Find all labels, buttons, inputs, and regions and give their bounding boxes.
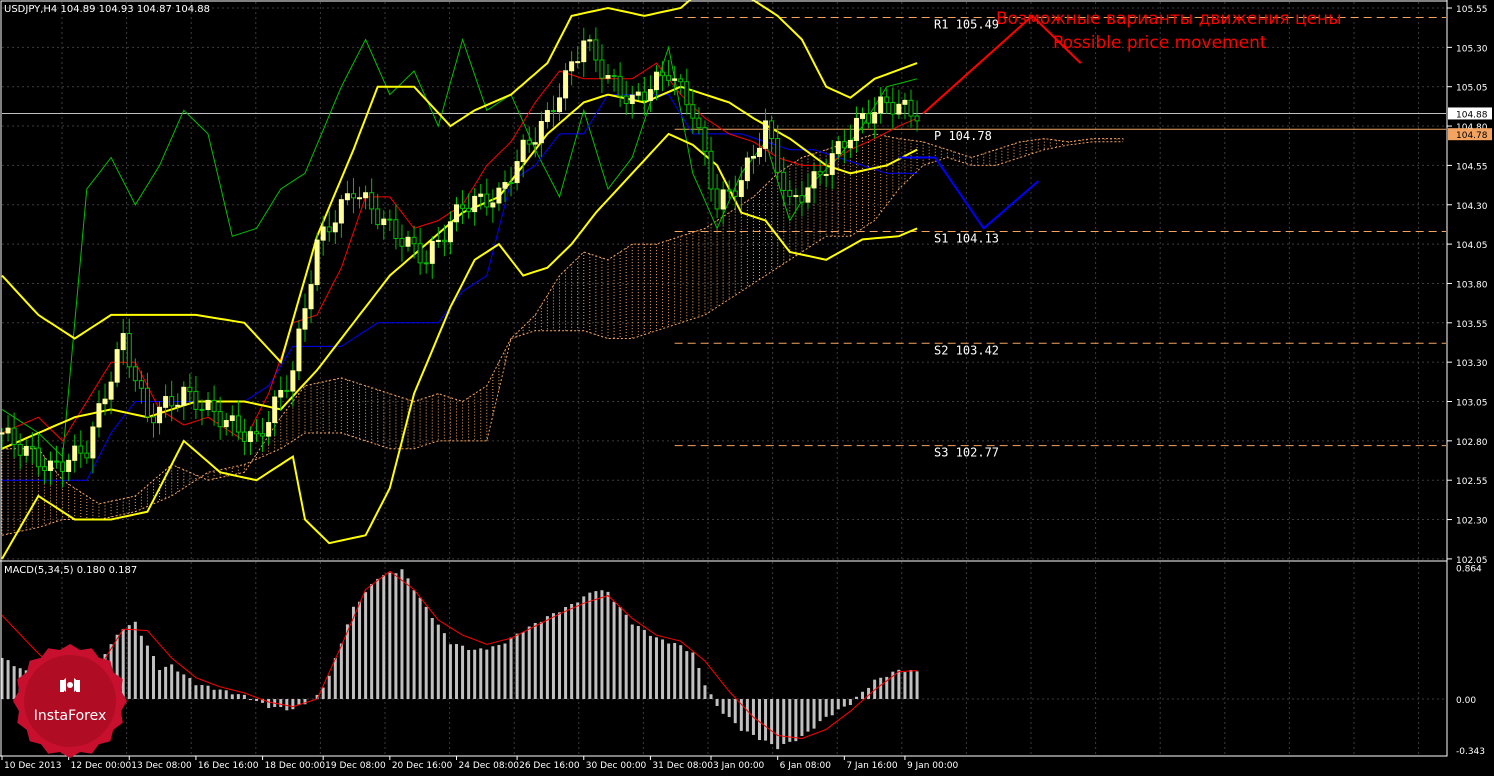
pivot-label-p: P 104.78 bbox=[934, 129, 992, 143]
time-tick-label: 13 Dec 08:00 bbox=[131, 761, 192, 771]
price-tick-label: 103.30 bbox=[1456, 359, 1488, 369]
macd-tick-label: 0.00 bbox=[1456, 696, 1476, 706]
macd-tick-label: 0.864 bbox=[1456, 565, 1482, 575]
time-tick-label: 9 Jan 00:00 bbox=[907, 761, 959, 771]
pivot-price-label: 104.78 bbox=[1456, 131, 1488, 141]
price-tick-label: 102.80 bbox=[1456, 438, 1488, 448]
time-tick-label: 10 Dec 2013 bbox=[4, 761, 62, 771]
time-tick-label: 19 Dec 08:00 bbox=[325, 761, 386, 771]
pivot-label-r1: R1 105.49 bbox=[934, 17, 999, 31]
macd-header: MACD(5,34,5) 0.180 0.187 bbox=[4, 565, 137, 576]
time-tick-label: 7 Jan 16:00 bbox=[846, 761, 898, 771]
time-tick-label: 24 Dec 08:00 bbox=[459, 761, 520, 771]
pivot-label-s2: S2 103.42 bbox=[934, 343, 999, 357]
time-tick-label: 26 Dec 16:00 bbox=[519, 761, 580, 771]
window-title: USDJPY,H4 104.89 104.93 104.87 104.88 bbox=[4, 4, 210, 15]
chart-canvas: R1 105.49 P 104.78 S1 104.13 S2 103.42 S3 10… bbox=[0, 0, 1494, 772]
price-tick-label: 105.05 bbox=[1456, 84, 1488, 94]
price-tick-label: 105.55 bbox=[1456, 5, 1488, 15]
annotation-russian: Возможные варианты движения цены bbox=[996, 9, 1342, 29]
current-price-label: 104.88 bbox=[1456, 110, 1488, 120]
candle bbox=[296, 320, 302, 381]
pivot-label-s1: S1 104.13 bbox=[934, 232, 999, 246]
time-tick-label: 6 Jan 08:00 bbox=[780, 761, 832, 771]
chart-window: R1 105.49 P 104.78 S1 104.13 S2 103.42 S3 10… bbox=[0, 0, 1494, 772]
price-tick-label: 105.30 bbox=[1456, 44, 1488, 54]
price-tick-label: 102.55 bbox=[1456, 477, 1488, 487]
annotation-english: Possible price movement bbox=[1053, 33, 1267, 53]
price-tick-label: 103.55 bbox=[1456, 320, 1488, 330]
time-tick-label: 20 Dec 16:00 bbox=[392, 761, 453, 771]
time-tick-label: 30 Dec 00:00 bbox=[586, 761, 647, 771]
instaforex-logo: InstaForex bbox=[13, 644, 127, 758]
time-tick-label: 31 Dec 08:00 bbox=[652, 761, 713, 771]
macd-tick-label: -0.343 bbox=[1456, 747, 1485, 757]
price-tick-label: 104.05 bbox=[1456, 241, 1488, 251]
price-tick-label: 103.05 bbox=[1456, 399, 1488, 409]
time-tick-label: 12 Dec 00:00 bbox=[71, 761, 132, 771]
price-tick-label: 103.80 bbox=[1456, 280, 1488, 290]
logo-text: InstaForex bbox=[34, 708, 107, 724]
time-tick-label: 3 Jan 00:00 bbox=[713, 761, 765, 771]
time-tick-label: 16 Dec 16:00 bbox=[198, 761, 259, 771]
price-tick-label: 104.30 bbox=[1456, 202, 1488, 212]
pivot-label-s3: S3 102.77 bbox=[934, 446, 999, 460]
price-tick-label: 104.55 bbox=[1456, 162, 1488, 172]
candle bbox=[314, 232, 320, 292]
time-tick-label: 18 Dec 00:00 bbox=[265, 761, 326, 771]
price-tick-label: 102.30 bbox=[1456, 517, 1488, 527]
